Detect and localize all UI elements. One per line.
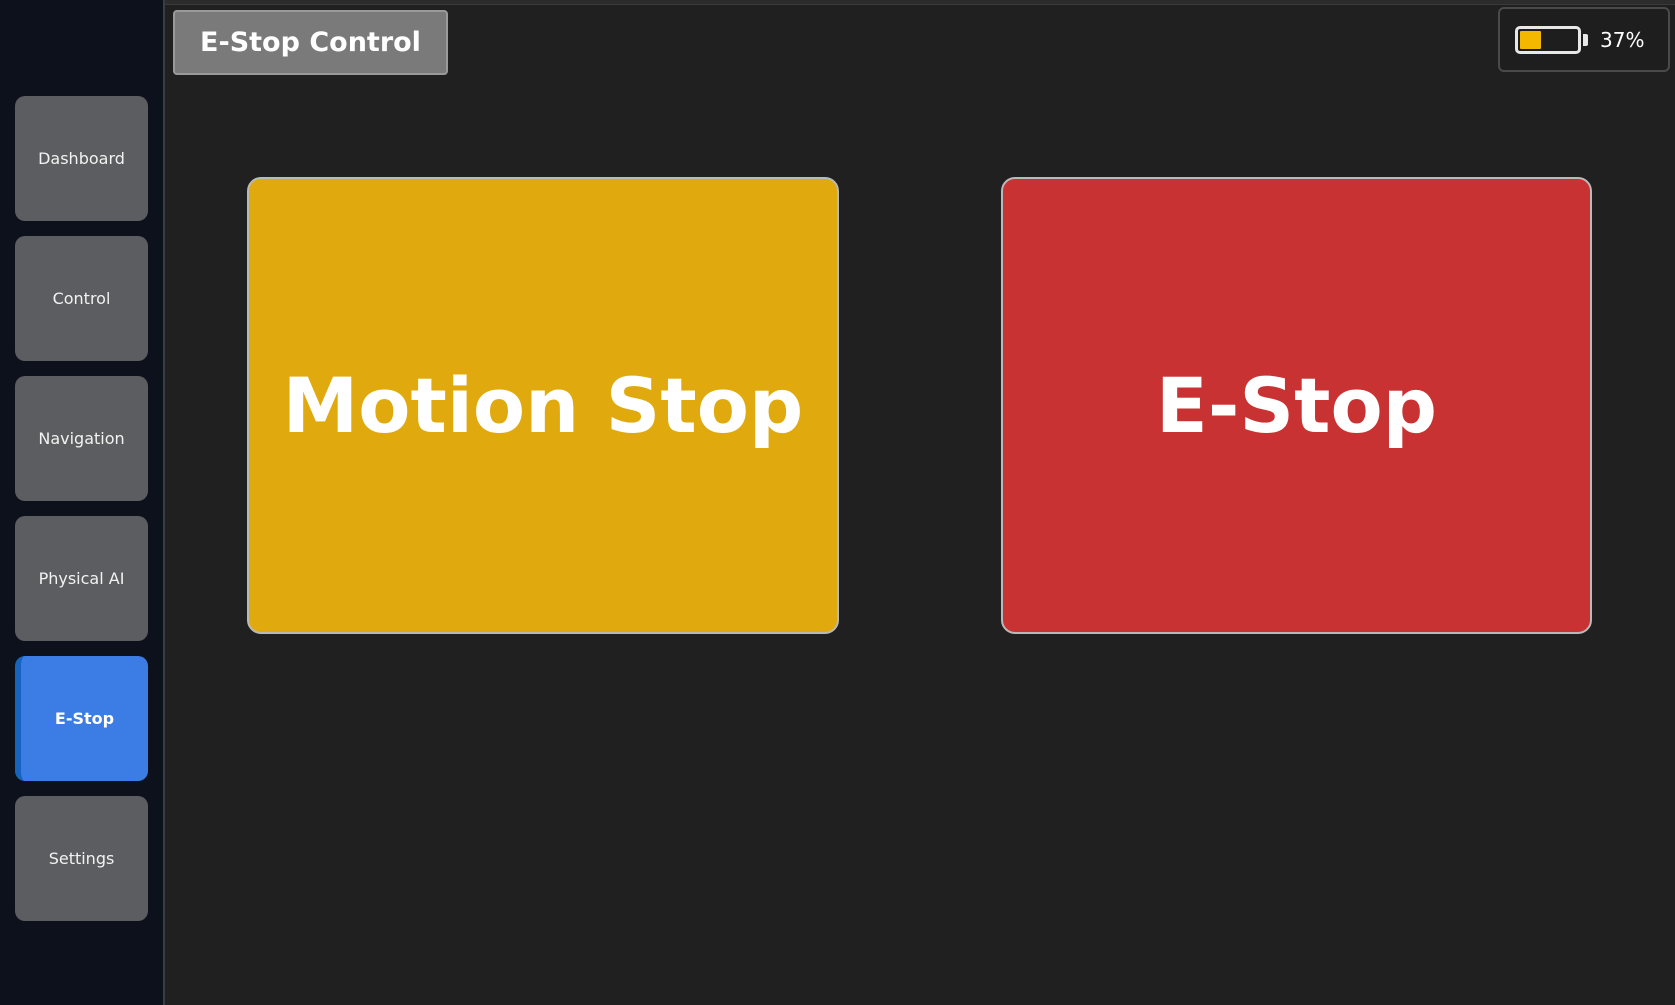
sidebar-item-label: Physical AI: [38, 569, 125, 588]
sidebar-item-e-stop[interactable]: E-Stop: [15, 656, 148, 781]
battery-level-fill: [1520, 30, 1541, 49]
page-title: E-Stop Control: [173, 10, 448, 75]
e-stop-label: E-Stop: [1155, 361, 1438, 450]
sidebar-item-control[interactable]: Control: [15, 236, 148, 361]
sidebar-item-label: Settings: [48, 849, 115, 868]
page-title-text: E-Stop Control: [200, 27, 421, 58]
sidebar-item-navigation[interactable]: Navigation: [15, 376, 148, 501]
battery-cap: [1583, 33, 1588, 46]
battery-percent: 37%: [1600, 27, 1645, 52]
sidebar-item-label: E-Stop: [54, 709, 115, 728]
sidebar-item-label: Dashboard: [38, 149, 125, 168]
sidebar-item-settings[interactable]: Settings: [15, 796, 148, 921]
sidebar: Dashboard Control Navigation Physical AI…: [0, 0, 165, 1005]
top-edge-bar: [0, 0, 1675, 5]
sidebar-item-label: Control: [52, 289, 111, 308]
sidebar-item-dashboard[interactable]: Dashboard: [15, 96, 148, 221]
motion-stop-label: Motion Stop: [282, 361, 804, 450]
sidebar-item-physical-ai[interactable]: Physical AI: [15, 516, 148, 641]
motion-stop-button[interactable]: Motion Stop: [247, 177, 839, 634]
app-window: Dashboard Control Navigation Physical AI…: [0, 0, 1675, 1005]
sidebar-item-label: Navigation: [38, 429, 125, 448]
e-stop-button[interactable]: E-Stop: [1001, 177, 1592, 634]
battery-indicator: 37%: [1498, 7, 1670, 72]
battery-icon: [1515, 25, 1581, 54]
